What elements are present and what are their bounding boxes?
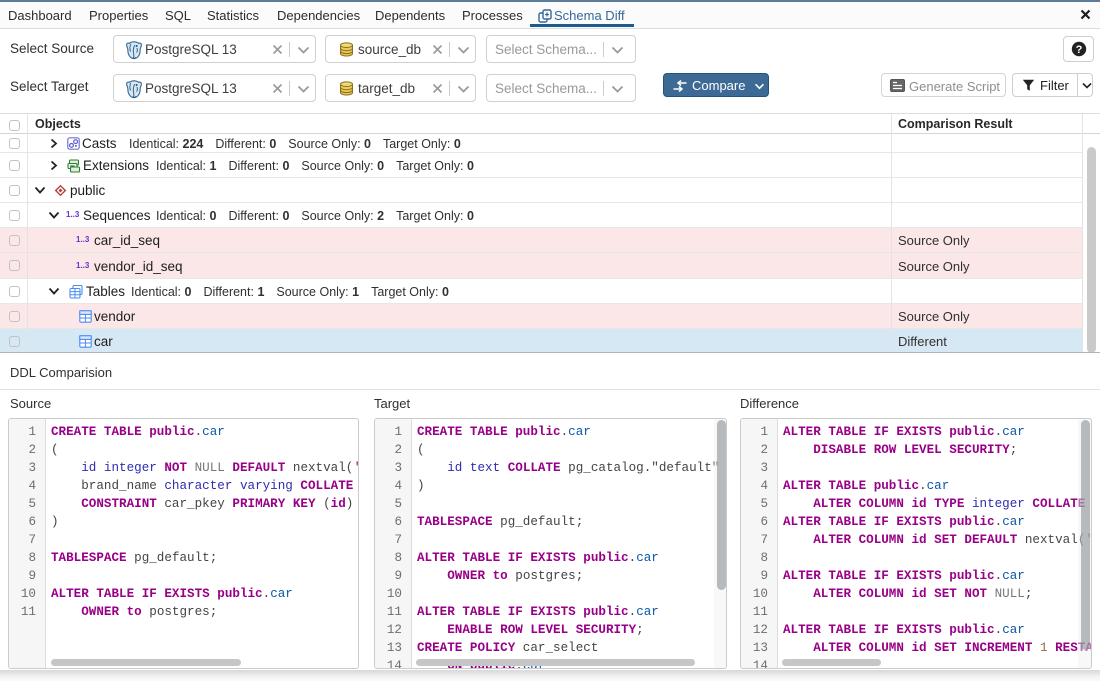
svg-text:?: ? [1076, 44, 1083, 56]
